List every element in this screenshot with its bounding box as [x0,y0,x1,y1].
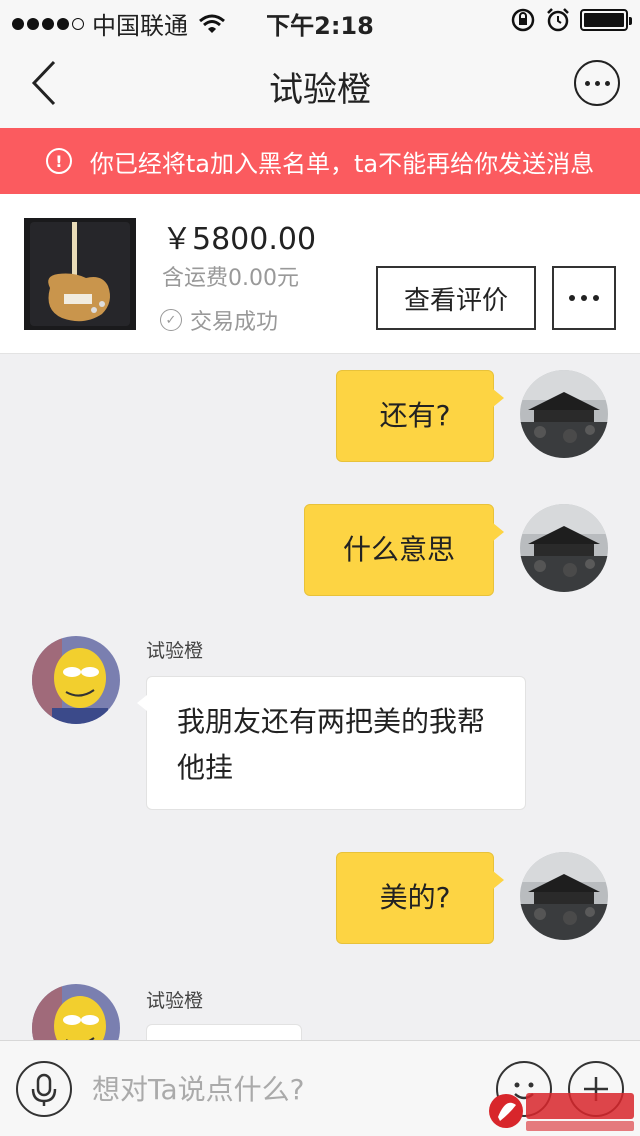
outgoing-message-bubble[interactable]: 美的? [336,852,504,944]
cartoon-character-avatar-image [32,636,120,724]
concert-stage-avatar-image [520,370,608,458]
shipping-fee: 含运费0.00元 [162,266,299,291]
view-review-button[interactable]: 查看评价 [376,266,536,330]
status-right [510,7,632,33]
sender-name: 试验橙 [146,990,204,1012]
message-input-bar [0,1040,640,1136]
my-avatar[interactable] [520,852,608,940]
page-title: 试验橙 [269,70,371,110]
guitar-image [24,218,136,330]
message-text: 我朋友还有两把美的我帮他挂 [177,705,486,784]
contact-avatar[interactable] [32,636,120,724]
more-dot [604,80,610,86]
orientation-lock-icon [511,8,535,32]
info-icon: ! [45,148,72,174]
outgoing-message-bubble[interactable]: 还有? [336,370,504,462]
message-input[interactable] [92,1061,482,1117]
check-circle-icon: ✓ [160,309,182,331]
message-text: 什么意思 [342,533,455,566]
microphone-icon [31,1073,57,1106]
more-dot [593,295,599,301]
message-text: 还有? [379,399,451,432]
alarm-icon [547,8,569,32]
concert-stage-avatar-image [520,852,608,940]
battery-icon [580,9,632,31]
product-card: ￥5800.00 含运费0.00元 ✓ 交易成功 查看评价 [0,194,640,354]
more-options-button[interactable] [574,60,620,106]
product-price: ￥5800.00 [162,222,317,257]
product-more-button[interactable] [552,266,616,330]
message-text: 美的? [379,881,451,914]
my-avatar[interactable] [520,504,608,592]
blacklist-banner: ! 你已经将ta加入黑名单，ta不能再给你发送消息 [0,128,640,194]
guitarchina-logo [489,1093,634,1131]
site-watermark [486,1087,636,1133]
sender-name: 试验橙 [146,640,204,662]
outgoing-message-bubble[interactable]: 什么意思 [304,504,504,596]
concert-stage-avatar-image [520,504,608,592]
deal-status: ✓ 交易成功 [160,304,278,336]
more-dot [584,80,590,86]
incoming-message-bubble[interactable]: 我朋友还有两把美的我帮他挂 [137,676,526,810]
more-dot [569,295,575,301]
voice-input-button[interactable] [16,1061,72,1117]
more-dot [581,295,587,301]
banner-text: 你已经将ta加入黑名单，ta不能再给你发送消息 [89,149,595,178]
deal-status-label: 交易成功 [190,310,279,335]
status-bar: 中国联通 下午2:18 [0,0,640,40]
my-avatar[interactable] [520,370,608,458]
product-thumbnail[interactable] [24,218,136,330]
more-dot [594,80,600,86]
navigation-bar: 试验橙 [0,40,640,128]
